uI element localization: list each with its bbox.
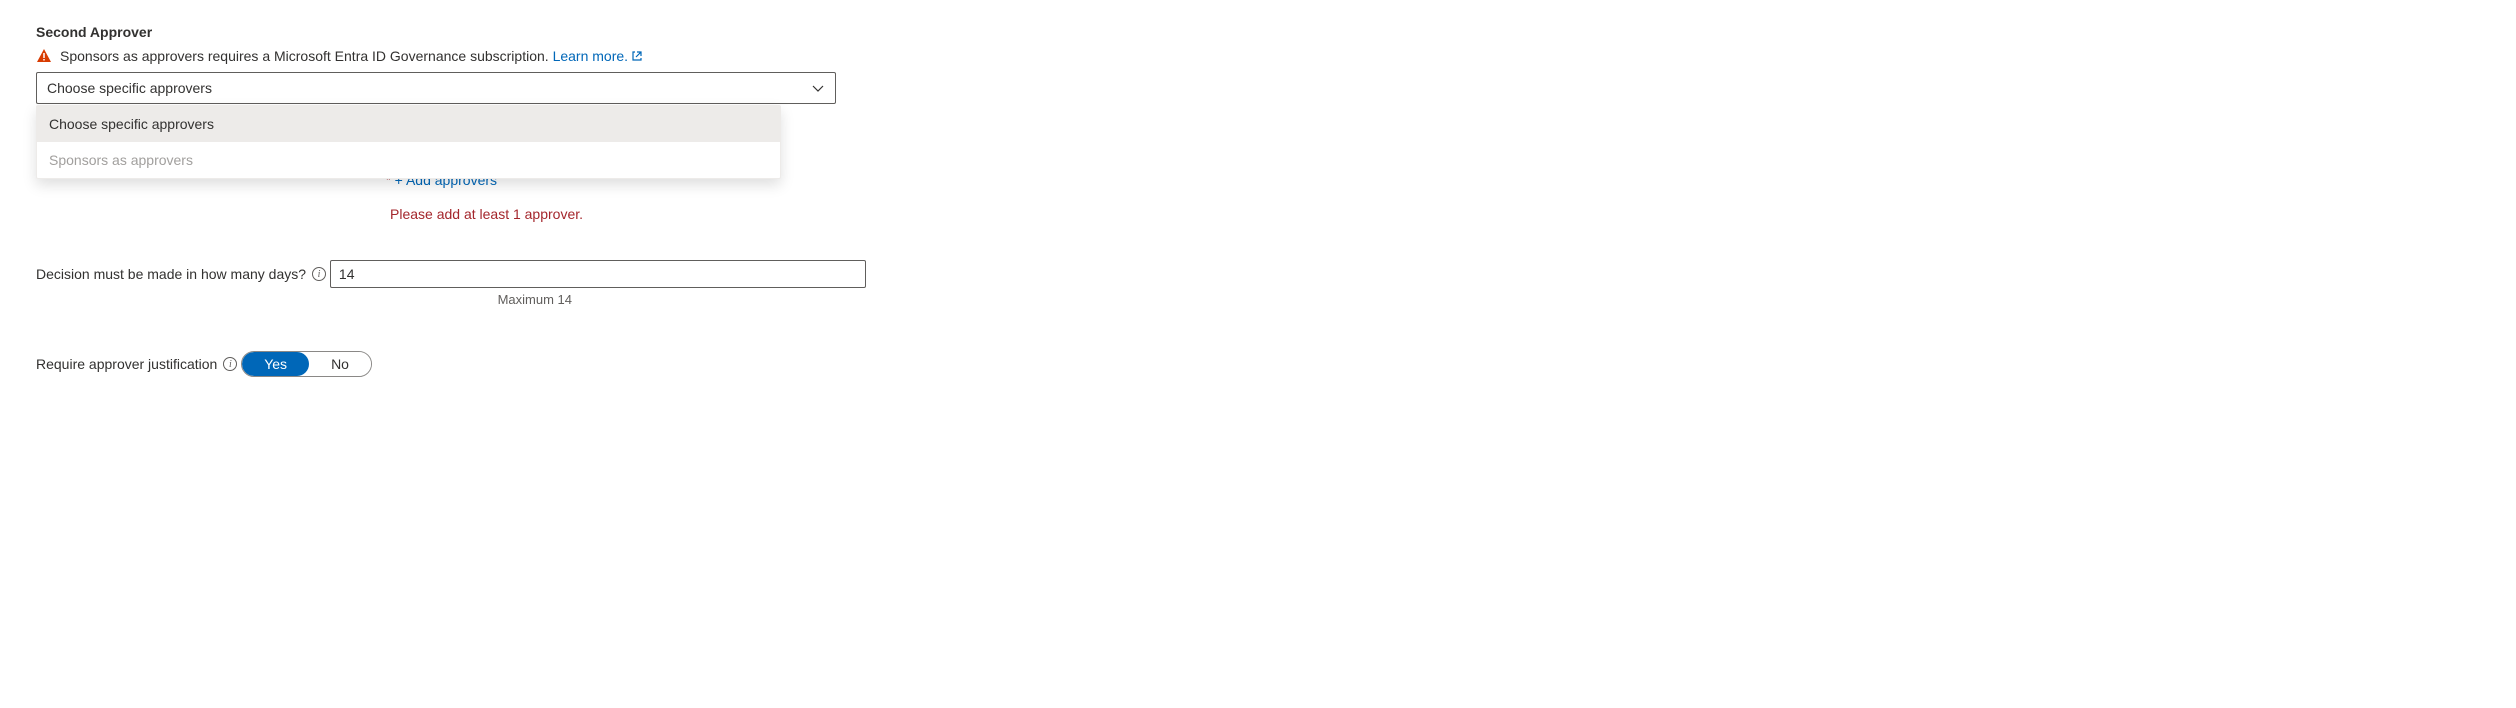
dropdown-list: Choose specific approvers Sponsors as ap…: [36, 105, 781, 179]
dropdown-option-specific[interactable]: Choose specific approvers: [37, 106, 780, 142]
validation-error: Please add at least 1 approver.: [390, 206, 2480, 222]
decision-days-input[interactable]: [330, 260, 866, 288]
decision-days-label: Decision must be made in how many days? …: [36, 266, 326, 282]
justification-toggle[interactable]: Yes No: [241, 351, 372, 377]
banner-text: Sponsors as approvers requires a Microso…: [60, 48, 643, 64]
decision-days-helper: Maximum 14: [36, 292, 572, 307]
toggle-yes[interactable]: Yes: [242, 352, 309, 376]
approver-type-dropdown[interactable]: Choose specific approvers Choose specifi…: [36, 72, 836, 104]
warning-icon: [36, 48, 52, 64]
section-title: Second Approver: [36, 24, 2480, 40]
external-link-icon: [631, 50, 643, 62]
dropdown-selected-value: Choose specific approvers: [47, 80, 212, 96]
chevron-down-icon: [811, 81, 825, 95]
justification-label-text: Require approver justification: [36, 356, 217, 372]
dropdown-control[interactable]: Choose specific approvers: [36, 72, 836, 104]
info-icon[interactable]: i: [312, 267, 326, 281]
info-icon[interactable]: i: [223, 357, 237, 371]
decision-days-label-text: Decision must be made in how many days?: [36, 266, 306, 282]
learn-more-link[interactable]: Learn more.: [553, 48, 643, 64]
learn-more-text: Learn more.: [553, 48, 628, 64]
justification-label: Require approver justification i: [36, 356, 237, 372]
toggle-no[interactable]: No: [309, 352, 371, 376]
info-banner: Sponsors as approvers requires a Microso…: [36, 48, 2480, 64]
banner-message: Sponsors as approvers requires a Microso…: [60, 48, 553, 64]
justification-field: Require approver justification i Yes No: [36, 345, 2480, 378]
dropdown-option-sponsors: Sponsors as approvers: [37, 142, 780, 178]
decision-days-field: Decision must be made in how many days? …: [36, 260, 2480, 307]
